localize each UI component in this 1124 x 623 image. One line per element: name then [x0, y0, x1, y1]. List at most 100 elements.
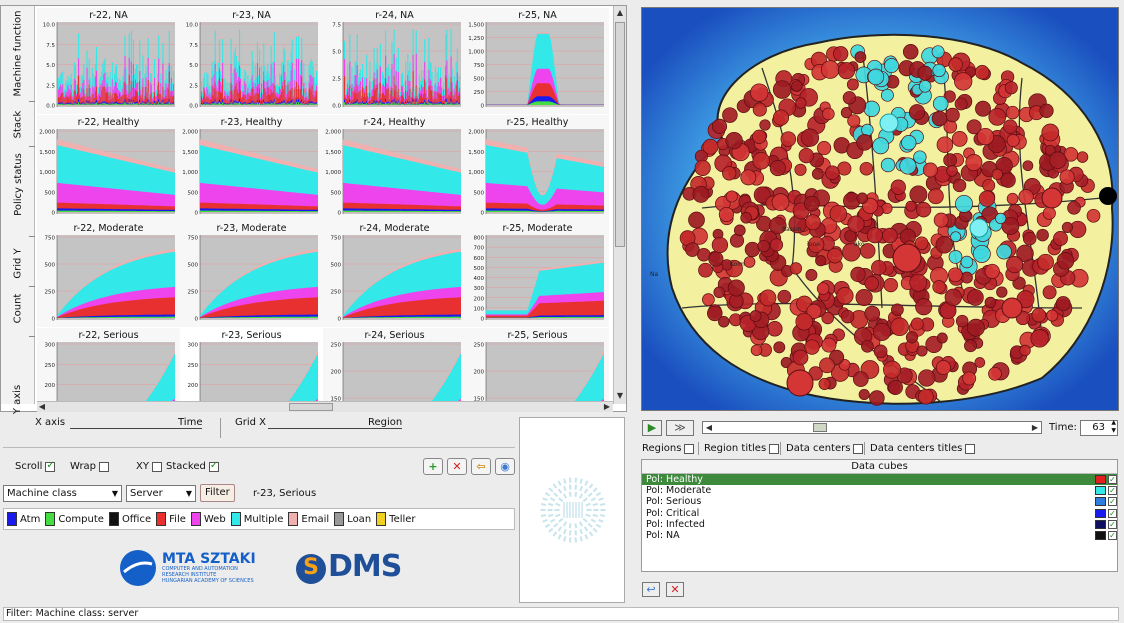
- data-cube-row[interactable]: Pol: NA ✓: [642, 530, 1117, 541]
- stacked-checkbox[interactable]: [208, 460, 219, 472]
- scroll-option[interactable]: Scroll: [15, 460, 56, 472]
- regions-checkbox[interactable]: [684, 443, 695, 454]
- scroll-right-icon[interactable]: ▶: [602, 402, 612, 412]
- data-centers-option[interactable]: Data centers: [786, 443, 864, 454]
- data-cube-row[interactable]: Pol: Healthy ✓: [642, 474, 1117, 486]
- chart-cell[interactable]: r-25, NA 1,500 1,250 1,000 750 500 250 0: [466, 8, 609, 114]
- stack-bar-segment: [129, 104, 131, 105]
- wrap-checkbox[interactable]: [99, 461, 110, 472]
- data-cube-row[interactable]: Pol: Serious ✓: [642, 496, 1117, 507]
- y-tick-label: 1,500: [468, 23, 484, 29]
- data-cube-checkbox[interactable]: ✓: [1108, 497, 1117, 507]
- machine-marker: [946, 165, 958, 177]
- dms-logo: DMS: [328, 549, 402, 584]
- data-centers-titles-option[interactable]: Data centers titles: [870, 443, 976, 454]
- remove-button[interactable]: ✕: [447, 458, 467, 475]
- data-centers-checkbox[interactable]: [853, 443, 864, 454]
- horizontal-scrollbar[interactable]: ◀ ▶: [37, 401, 613, 412]
- chart-cell[interactable]: r-22, NA 10.0 7.5 5.0 2.5 0.0: [37, 8, 180, 114]
- xy-checkbox[interactable]: [151, 461, 162, 472]
- data-cube-row[interactable]: Pol: Critical ✓: [642, 508, 1117, 519]
- y-tick-label: 200: [188, 383, 199, 389]
- region-titles-checkbox[interactable]: [769, 443, 780, 454]
- time-slider[interactable]: ◀ ▶: [702, 421, 1042, 434]
- regions-option[interactable]: Regions: [642, 443, 695, 454]
- back-button[interactable]: ⇦: [471, 458, 491, 475]
- fast-forward-button[interactable]: ≫: [666, 420, 694, 436]
- chart-cell[interactable]: r-23, Serious300250200150100: [180, 328, 323, 402]
- x-axis-value[interactable]: Time: [178, 417, 202, 428]
- chart-cell[interactable]: r-25, Healthy 2,000 1,500 1,000 500 0: [466, 115, 609, 221]
- spinner-arrows-icon[interactable]: ▲ ▼: [1111, 419, 1116, 435]
- data-cube-color-swatch[interactable]: [1095, 519, 1106, 529]
- machine-marker: [759, 119, 771, 131]
- reset-button[interactable]: ◉: [495, 458, 515, 475]
- chart-cell[interactable]: r-23, Healthy 2,000 1,500 1,000 500 0: [180, 115, 323, 221]
- data-cubes-list[interactable]: Data cubes Pol: Healthy ✓ Pol: Moderate ✓ Po…: [641, 459, 1118, 572]
- slider-left-icon[interactable]: ◀: [704, 423, 714, 433]
- scroll-checkbox[interactable]: [45, 460, 56, 472]
- scroll-left-icon[interactable]: ◀: [37, 402, 47, 412]
- wrap-option[interactable]: Wrap: [70, 461, 110, 472]
- machine-marker: [836, 287, 854, 305]
- data-cube-color-swatch[interactable]: [1095, 508, 1106, 518]
- data-cube-row[interactable]: Pol: Moderate ✓: [642, 485, 1117, 496]
- chart-cell[interactable]: r-25, Moderate 800 700 600 500 400 300 200 100 0: [466, 221, 609, 327]
- stack-bar-segment: [120, 103, 122, 105]
- data-cube-color-swatch[interactable]: [1095, 486, 1106, 496]
- stacked-option[interactable]: Stacked: [166, 460, 219, 472]
- machine-marker: [1006, 192, 1019, 205]
- data-cube-checkbox[interactable]: ✓: [1108, 519, 1117, 529]
- machine-marker: [769, 238, 784, 252]
- value-select[interactable]: Server ▼: [126, 485, 196, 502]
- chart-cell[interactable]: r-25, Serious 250 200 150 100: [466, 328, 609, 402]
- machine-marker: [883, 360, 902, 379]
- x-axis-label: X axis: [35, 417, 66, 428]
- chart-cell[interactable]: r-24, Moderate 750 500 250 0: [323, 221, 466, 327]
- stack-bar-segment: [152, 104, 155, 105]
- play-button[interactable]: ▶: [642, 420, 662, 436]
- chart-cell[interactable]: r-23, NA 10.0 7.5 5.0 2.5 0.0: [180, 8, 323, 114]
- chart-cell[interactable]: r-24, Serious 250 200 150 100: [323, 328, 466, 402]
- data-cube-row[interactable]: Pol: Infected ✓: [642, 519, 1117, 530]
- stack-bar-segment: [312, 103, 314, 105]
- scroll-down-icon[interactable]: ▼: [615, 391, 625, 401]
- data-cube-color-swatch[interactable]: [1095, 530, 1106, 540]
- data-centers-titles-checkbox[interactable]: [965, 443, 976, 454]
- chart-cell[interactable]: r-24, NA 7.5 5.0 2.5 0.0: [323, 8, 466, 114]
- stack-bar-segment: [82, 103, 84, 105]
- time-slider-thumb[interactable]: [813, 423, 827, 432]
- vertical-scroll-thumb[interactable]: [615, 22, 625, 247]
- data-cube-color-swatch[interactable]: [1095, 497, 1106, 507]
- xy-option[interactable]: XY: [136, 461, 162, 472]
- chart-cell[interactable]: r-22, Healthy 2,000 1,500 1,000 500 0: [37, 115, 180, 221]
- dimension-select[interactable]: Machine class ▼: [3, 485, 122, 502]
- delete-cube-button[interactable]: ✕: [666, 582, 684, 597]
- chart-cell[interactable]: r-22, Serious300250200150100: [37, 328, 180, 402]
- slider-right-icon[interactable]: ▶: [1030, 423, 1040, 433]
- grid-x-value[interactable]: Region: [368, 417, 402, 428]
- filter-button[interactable]: Filter: [200, 484, 235, 502]
- region-titles-option[interactable]: Region titles: [704, 443, 780, 454]
- data-cube-checkbox[interactable]: ✓: [1108, 530, 1117, 540]
- chart-cell[interactable]: r-24, Healthy 2,000 1,500 1,000 500 0: [323, 115, 466, 221]
- horizontal-scroll-thumb[interactable]: [289, 403, 333, 411]
- stack-bar-segment: [410, 104, 412, 105]
- y-tick-label: 200: [474, 296, 485, 302]
- map-view[interactable]: Bassin Kolm ione ako Na: [641, 7, 1119, 411]
- stack-bar-segment: [59, 103, 61, 105]
- scroll-up-icon[interactable]: ▲: [615, 8, 625, 18]
- add-button[interactable]: +: [423, 458, 443, 475]
- data-cube-checkbox[interactable]: ✓: [1108, 508, 1117, 518]
- machine-marker: [995, 212, 1007, 225]
- time-input[interactable]: 63 ▲ ▼: [1080, 419, 1118, 436]
- chart-cell[interactable]: r-22, Moderate 750 500 250 0: [37, 221, 180, 327]
- data-cube-checkbox[interactable]: ✓: [1108, 486, 1117, 496]
- undo-button[interactable]: ↩: [642, 582, 660, 597]
- chart-cells[interactable]: r-22, NA 10.0 7.5 5.0 2.5 0.0 r-23, NA 10.0 7.5 5…: [37, 8, 612, 402]
- y-tick-label: 250: [45, 363, 56, 369]
- data-cube-checkbox[interactable]: ✓: [1108, 475, 1117, 484]
- data-cube-color-swatch[interactable]: [1095, 475, 1106, 484]
- chart-cell[interactable]: r-23, Moderate 750 500 250 0: [180, 221, 323, 327]
- vertical-scrollbar[interactable]: ▲ ▼: [613, 6, 626, 404]
